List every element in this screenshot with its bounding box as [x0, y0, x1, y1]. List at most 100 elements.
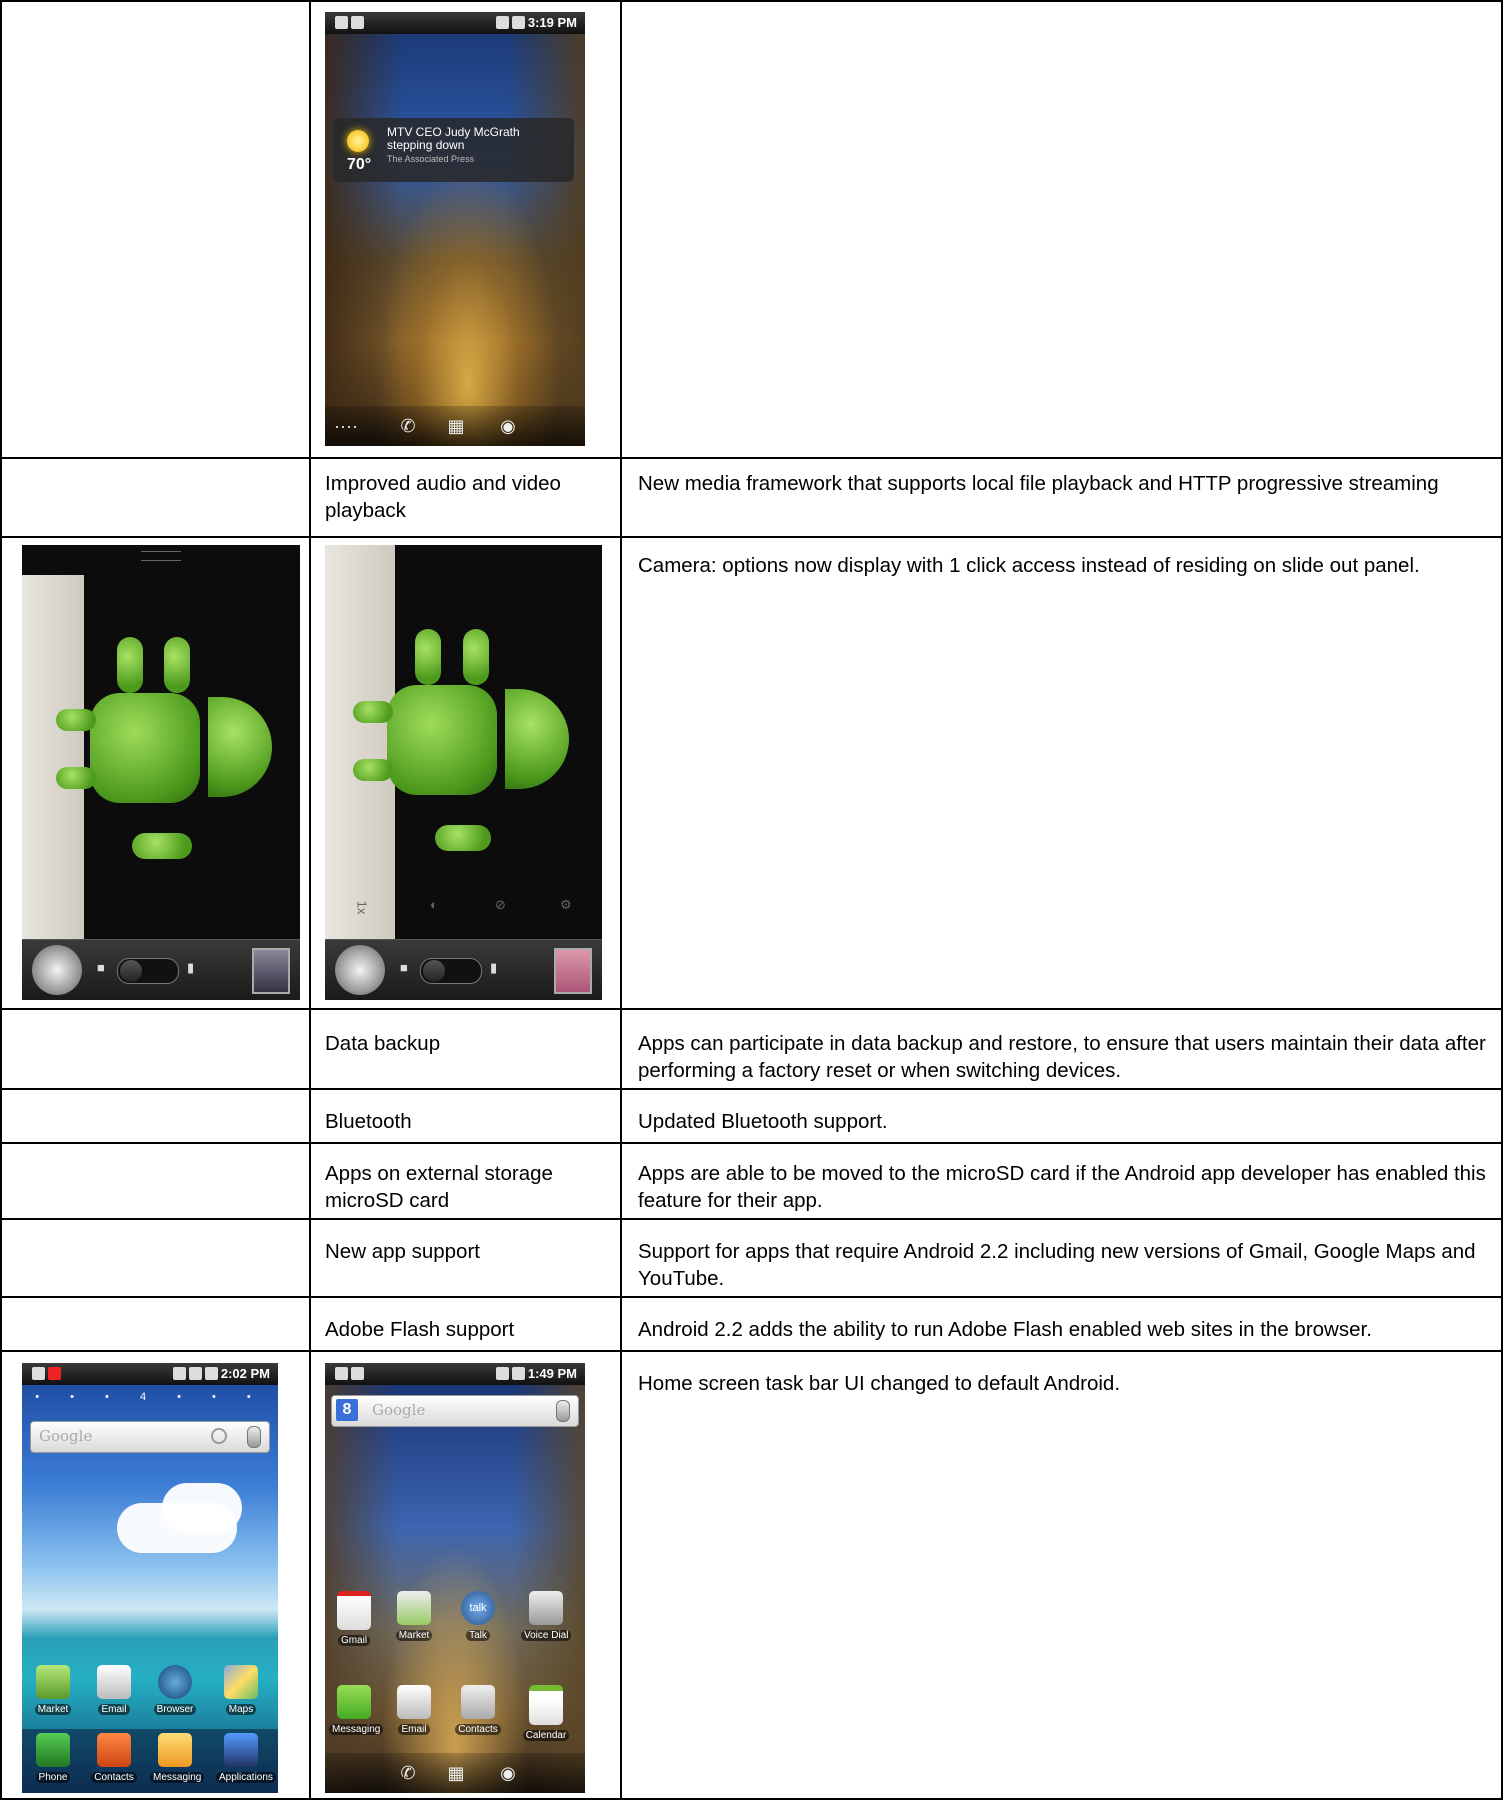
- phone-icon: [36, 1733, 70, 1767]
- feature-description: Updated Bluetooth support.: [638, 1110, 888, 1133]
- warning-icon: [48, 1367, 61, 1380]
- app-contacts[interactable]: Contacts: [453, 1685, 503, 1737]
- camcorder-icon: ▮: [187, 960, 195, 975]
- email-icon: [97, 1665, 131, 1699]
- browser-icon[interactable]: ◉: [495, 414, 521, 438]
- android-figure-leg: [56, 709, 96, 731]
- app-talk[interactable]: talk Talk: [453, 1591, 503, 1643]
- mode-toggle[interactable]: [420, 958, 482, 984]
- applications-grid-icon: [224, 1733, 258, 1767]
- microphone-icon[interactable]: [556, 1400, 570, 1422]
- app-browser[interactable]: Browser: [150, 1665, 200, 1717]
- app-email[interactable]: Email: [89, 1665, 139, 1717]
- battery-icon: [204, 1367, 218, 1380]
- app-market[interactable]: Market: [28, 1665, 78, 1717]
- screenshot-lockscreen-after: 3:19 PM 70° MTV CEO Judy McGrath steppin…: [325, 12, 585, 446]
- row-divider: [0, 536, 1503, 538]
- zoom-level[interactable]: 1x: [354, 901, 369, 915]
- temperature: 70°: [347, 156, 372, 173]
- app-market[interactable]: Market: [389, 1591, 439, 1643]
- signal-icon: [188, 1367, 202, 1380]
- news-weather-widget[interactable]: 70° MTV CEO Judy McGrath stepping down T…: [333, 118, 574, 182]
- dots-icon[interactable]: ····: [333, 414, 359, 438]
- feature-name: Data backup: [325, 1032, 441, 1055]
- app-email[interactable]: Email: [389, 1685, 439, 1737]
- feature-description: Apps can participate in data backup and …: [638, 1032, 1486, 1082]
- wallpaper-street: [325, 34, 585, 446]
- page-indicator-current: 4: [139, 1391, 161, 1403]
- google-search-widget[interactable]: Google: [30, 1421, 270, 1453]
- gallery-thumbnail[interactable]: [554, 948, 592, 994]
- page-indicator[interactable]: • • • 4 • • •: [22, 1391, 278, 1403]
- messaging-icon: [158, 1733, 192, 1767]
- app-applications[interactable]: Applications: [216, 1733, 276, 1785]
- app-messaging[interactable]: Messaging: [329, 1685, 384, 1737]
- app-maps[interactable]: Maps: [216, 1665, 266, 1717]
- app-calendar[interactable]: Calendar: [521, 1685, 571, 1743]
- row-divider: [0, 1088, 1503, 1090]
- search-placeholder: Google: [39, 1427, 93, 1445]
- status-bar: 3:19 PM: [325, 12, 585, 34]
- auto-focus-icon[interactable]: ◐: [430, 897, 438, 912]
- screenshot-camera-before: ■ ▮: [22, 545, 300, 1000]
- apps-grid-icon[interactable]: ▦: [443, 414, 469, 438]
- app-voice-dial[interactable]: Voice Dial: [521, 1591, 572, 1643]
- app-contacts[interactable]: Contacts: [89, 1733, 139, 1785]
- app-phone[interactable]: Phone: [28, 1733, 78, 1785]
- microphone-icon[interactable]: [247, 1426, 261, 1448]
- phone-icon[interactable]: ✆: [395, 1761, 421, 1785]
- feature-name: Apps on external storage microSD card: [325, 1162, 553, 1212]
- gallery-thumbnail[interactable]: [252, 948, 290, 994]
- backdrop-wall: [22, 575, 84, 940]
- signal-icon: [495, 16, 509, 29]
- feature-description: Camera: options now display with 1 click…: [638, 554, 1420, 577]
- camera-control-bar: ■ ▮: [22, 939, 300, 1000]
- search-placeholder: Google: [372, 1401, 426, 1419]
- android-figure-leg: [353, 759, 393, 781]
- android-figure-arm: [164, 637, 190, 693]
- column-divider-1: [309, 0, 311, 1800]
- gmail-icon: [337, 1591, 371, 1630]
- android-figure-leg: [56, 767, 96, 789]
- android-figure-leg: [353, 701, 393, 723]
- app-messaging[interactable]: Messaging: [150, 1733, 205, 1785]
- maps-icon: [224, 1665, 258, 1699]
- phone-icon[interactable]: ✆: [395, 414, 421, 438]
- android-figure: [387, 685, 497, 795]
- settings-icon[interactable]: ⚙: [560, 897, 572, 913]
- shutter-icon[interactable]: [335, 945, 385, 995]
- backdrop-wall: [325, 545, 395, 940]
- apps-grid-icon[interactable]: ▦: [443, 1761, 469, 1785]
- flash-icon[interactable]: ⊘: [495, 897, 506, 913]
- search-icon[interactable]: [211, 1428, 227, 1444]
- row-divider: [0, 1350, 1503, 1352]
- table-border-left: [0, 0, 2, 1800]
- slide-panel-handle[interactable]: [141, 551, 181, 561]
- column-divider-2: [620, 0, 622, 1800]
- android-figure-arm: [415, 629, 441, 685]
- camcorder-icon: ▮: [490, 960, 498, 975]
- contacts-icon: [461, 1685, 495, 1719]
- row-divider: [0, 1218, 1503, 1220]
- status-bar: 1:49 PM: [325, 1363, 585, 1385]
- signal-icon: [495, 1367, 509, 1380]
- app-gmail[interactable]: Gmail: [329, 1591, 379, 1648]
- browser-icon[interactable]: ◉: [495, 1761, 521, 1785]
- shutter-icon[interactable]: [32, 945, 82, 995]
- calendar-icon: [529, 1685, 563, 1725]
- news-source: The Associated Press: [387, 154, 475, 164]
- news-headline: MTV CEO Judy McGrath stepping down: [387, 125, 520, 152]
- feature-description: Android 2.2 adds the ability to run Adob…: [638, 1318, 1372, 1341]
- row-divider: [0, 1296, 1503, 1298]
- google-search-widget[interactable]: 8 Google: [331, 1395, 579, 1427]
- row-divider: [0, 1142, 1503, 1144]
- android-figure-arm: [117, 637, 143, 693]
- android-figure: [90, 693, 200, 803]
- sd-card-icon: [351, 16, 364, 29]
- messaging-icon: [337, 1685, 371, 1719]
- mode-toggle[interactable]: [117, 958, 179, 984]
- feature-description: New media framework that supports local …: [638, 472, 1439, 495]
- feature-description: Apps are able to be moved to the microSD…: [638, 1162, 1486, 1212]
- feature-name: Bluetooth: [325, 1110, 412, 1133]
- dock: ···· ✆ ▦ ◉: [325, 406, 585, 446]
